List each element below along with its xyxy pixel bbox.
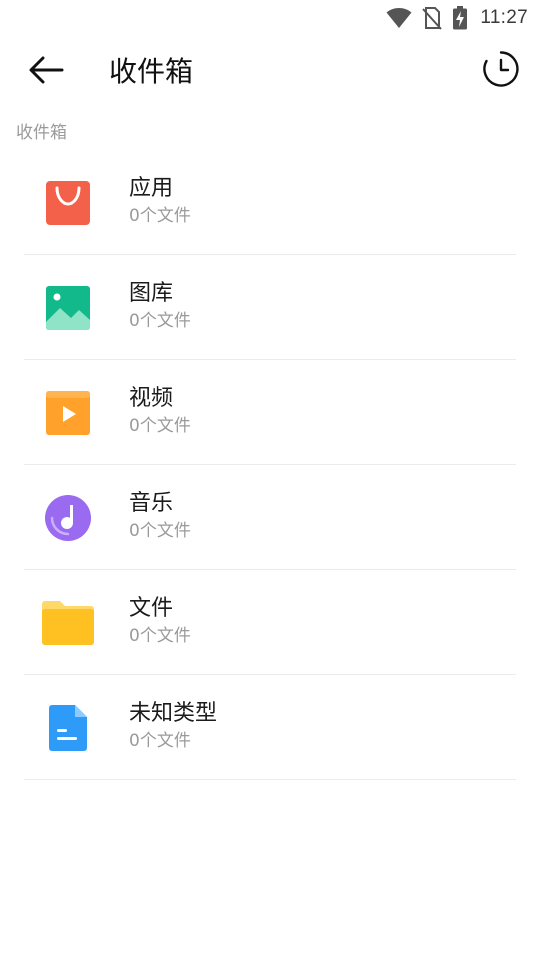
shopping-bag-icon: [40, 175, 96, 231]
no-sim-icon: [422, 6, 443, 30]
list-item-music[interactable]: 音乐 0个文件: [24, 465, 516, 570]
item-title: 视频: [129, 386, 174, 411]
image-icon: [40, 280, 96, 336]
video-play-icon: [40, 385, 96, 441]
item-subtitle: 0个文件: [129, 626, 191, 646]
back-button[interactable]: [24, 54, 68, 90]
clock-icon: [482, 50, 520, 92]
item-subtitle: 0个文件: [129, 521, 191, 541]
item-title: 文件: [129, 596, 174, 621]
list-item-videos[interactable]: 视频 0个文件: [24, 360, 516, 465]
music-disc-icon: [40, 490, 96, 546]
list-item-unknown[interactable]: 未知类型 0个文件: [24, 675, 516, 780]
status-time: 11:27: [480, 7, 528, 28]
arrow-left-icon: [28, 56, 64, 88]
history-button[interactable]: [482, 50, 520, 92]
item-title: 音乐: [129, 491, 174, 516]
item-title: 应用: [129, 176, 174, 201]
list-item-gallery[interactable]: 图库 0个文件: [24, 255, 516, 360]
list-item-files[interactable]: 文件 0个文件: [24, 570, 516, 675]
title-bar: 收件箱: [0, 36, 540, 108]
category-list: 应用 0个文件 图库 0个文件 视频 0个文件 音乐 0个文件 文件 0个文件 …: [24, 150, 516, 780]
item-subtitle: 0个文件: [129, 311, 191, 331]
section-label: 收件箱: [16, 123, 67, 143]
item-subtitle: 0个文件: [129, 416, 191, 436]
battery-charging-icon: [452, 6, 468, 30]
wifi-icon: [386, 7, 412, 29]
document-icon: [40, 700, 96, 756]
item-subtitle: 0个文件: [129, 206, 191, 226]
item-title: 图库: [129, 281, 174, 306]
item-title: 未知类型: [129, 701, 218, 726]
page-title: 收件箱: [109, 55, 194, 88]
item-subtitle: 0个文件: [129, 731, 191, 751]
folder-icon: [40, 595, 96, 651]
list-item-apps[interactable]: 应用 0个文件: [24, 150, 516, 255]
status-bar: 11:27: [0, 0, 540, 36]
